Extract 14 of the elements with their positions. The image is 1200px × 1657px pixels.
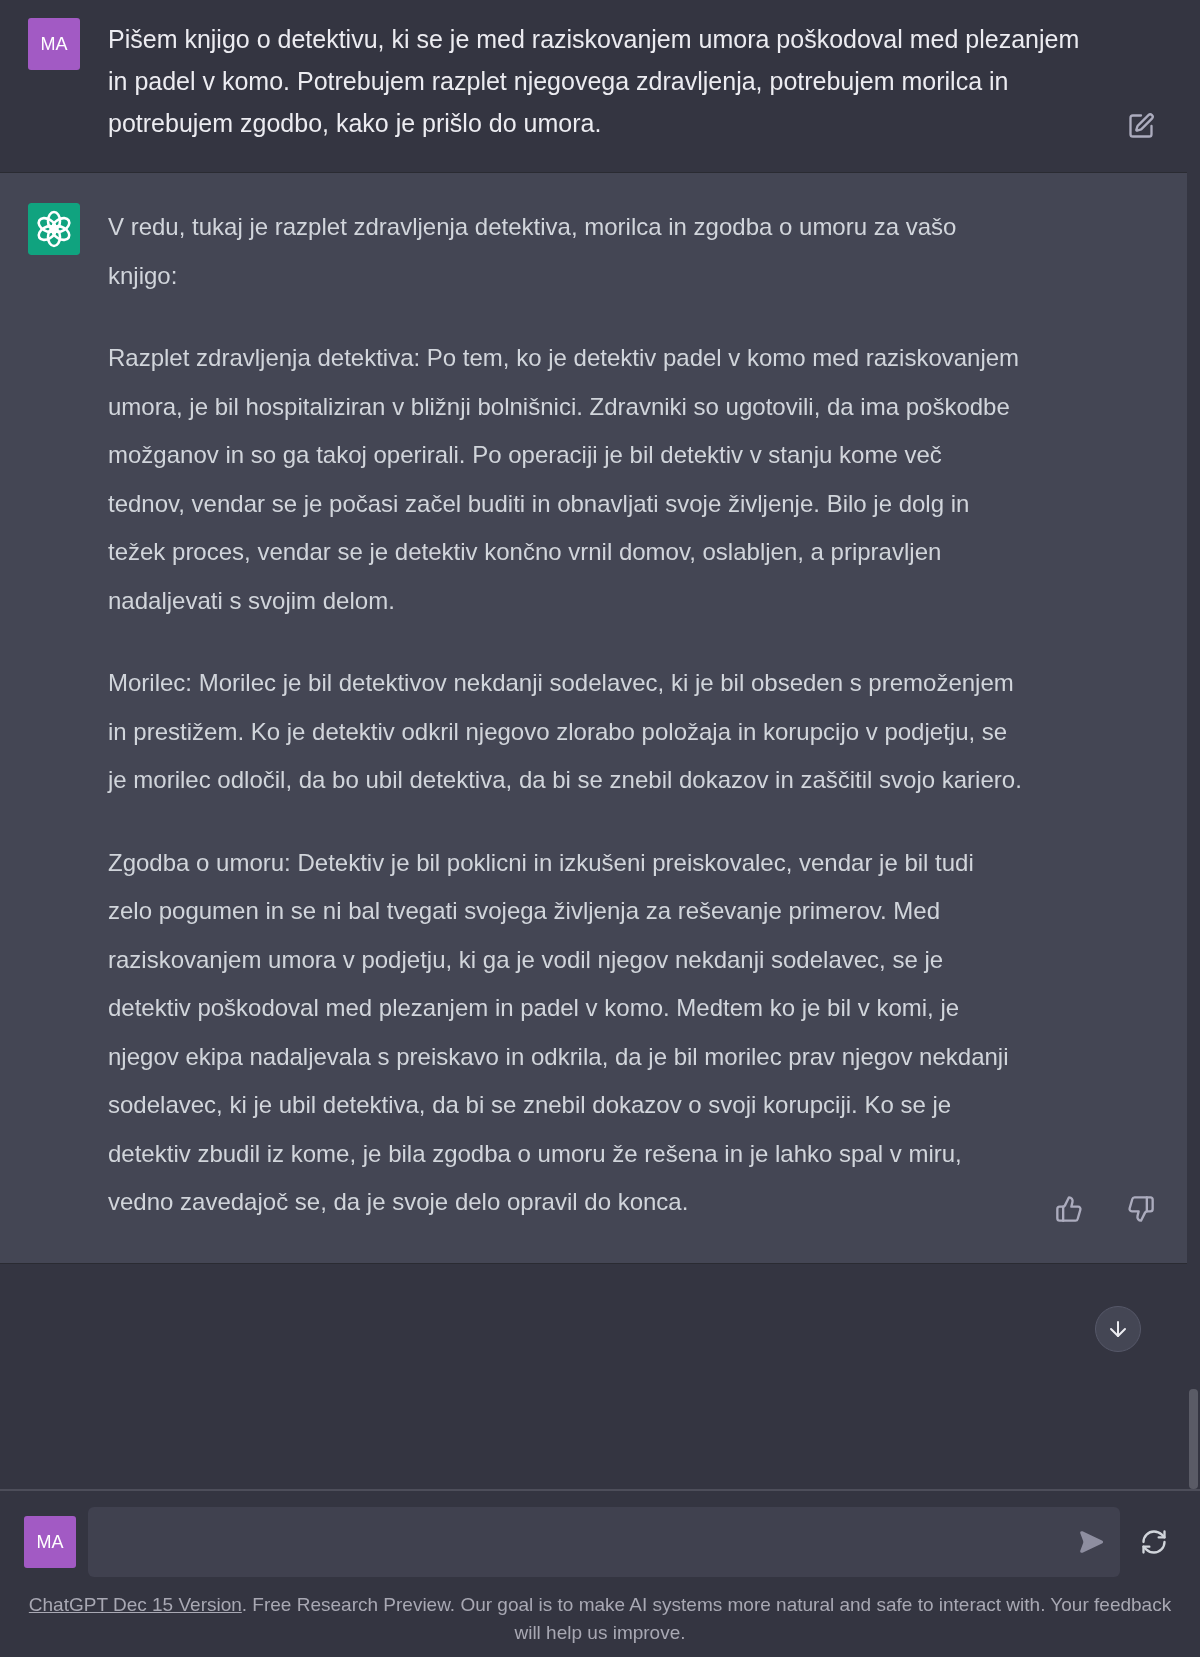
- assistant-logo-icon: [28, 203, 80, 255]
- message-input[interactable]: [88, 1507, 1120, 1577]
- footer-note: ChatGPT Dec 15 Version. Free Research Preview. Our goal is to make AI systems more natural and safe to interact with. Your feedback will help us improve.: [27, 1593, 1173, 1645]
- response-paragraph: V redu, tukaj je razplet zdravljenja detektiva, morilca in zgodba o umoru za vašo knjigo:: [108, 212, 958, 291]
- user-avatar: MA: [28, 18, 80, 70]
- response-paragraph: Zgodba o umoru: Detektiv je bil poklicni in izkušeni preiskovalec, vendar je bil tudi zelo pogumen in se ni bal tvegati svojega življenja za reševanje primerov. Med raziskovanjem umora v podjetju, ki ga je vodil njegov nekdanji sodelavec, se je detektiv poškodoval med plezanjem in padel v komo. Medtem ko je bil v komi, je njegov ekipa nadaljevala s preiskavo in odkrila, da je bil morilec prav njegov nekdanji sodelavec, ki je ubil detektiva, da bi se znebil dokazov o svoji korupciji. Ko se je detektiv zbudil iz kome, je bila zgodba o umoru že rešena in je lahko spal v miru, vedno zavedajoč se, da je svoje delo opravil do konca.: [108, 847, 1010, 1217]
- scrollbar-thumb[interactable]: [1189, 1389, 1198, 1489]
- user-avatar: MA: [24, 1516, 76, 1568]
- response-paragraph: Razplet zdravljenja detektiva: Po tem, ko je detektiv padel v komo med raziskovanjem umora, je bil hospitaliziran v bližnji bolnišnici. Zdravniki so ugotovili, da ima poškodbe možganov in so ga takoj operirali. Po operaciji je bil detektiv v stanju kome več tednov, vendar se je počasi začel buditi in obnavljati svoje življenje. Bilo je dolg in težek proces, vendar se je detektiv končno vrnil domov, oslabljen, a pripravljen nadaljevati s svojim delom.: [108, 343, 1021, 616]
- scroll-down-button[interactable]: [1095, 1306, 1141, 1352]
- send-icon[interactable]: [1078, 1529, 1104, 1555]
- user-message: Pišem knjigo o detektivu, ki se je med raziskovanjem umora poškodoval med plezanjem in padel v komo. Potrebujem razplet njegovega zdravljenja, potrebujem morilca in potrebujem zgodbo, kako je prišlo do umora.: [108, 24, 1081, 139]
- version-link[interactable]: ChatGPT Dec 15 Version: [28, 1594, 242, 1615]
- response-paragraph: Morilec: Morilec je bil detektivov nekdanji sodelavec, ki je bil obseden s premoženjem in prestižem. Ko je detektiv odkril njegovo zlorabo položaja in korupcijo v podjetju, se je morilec odločil, da bo ubil detektiva, da bi se znebil dokazov in zaščitil svojo kariero.: [108, 668, 1023, 795]
